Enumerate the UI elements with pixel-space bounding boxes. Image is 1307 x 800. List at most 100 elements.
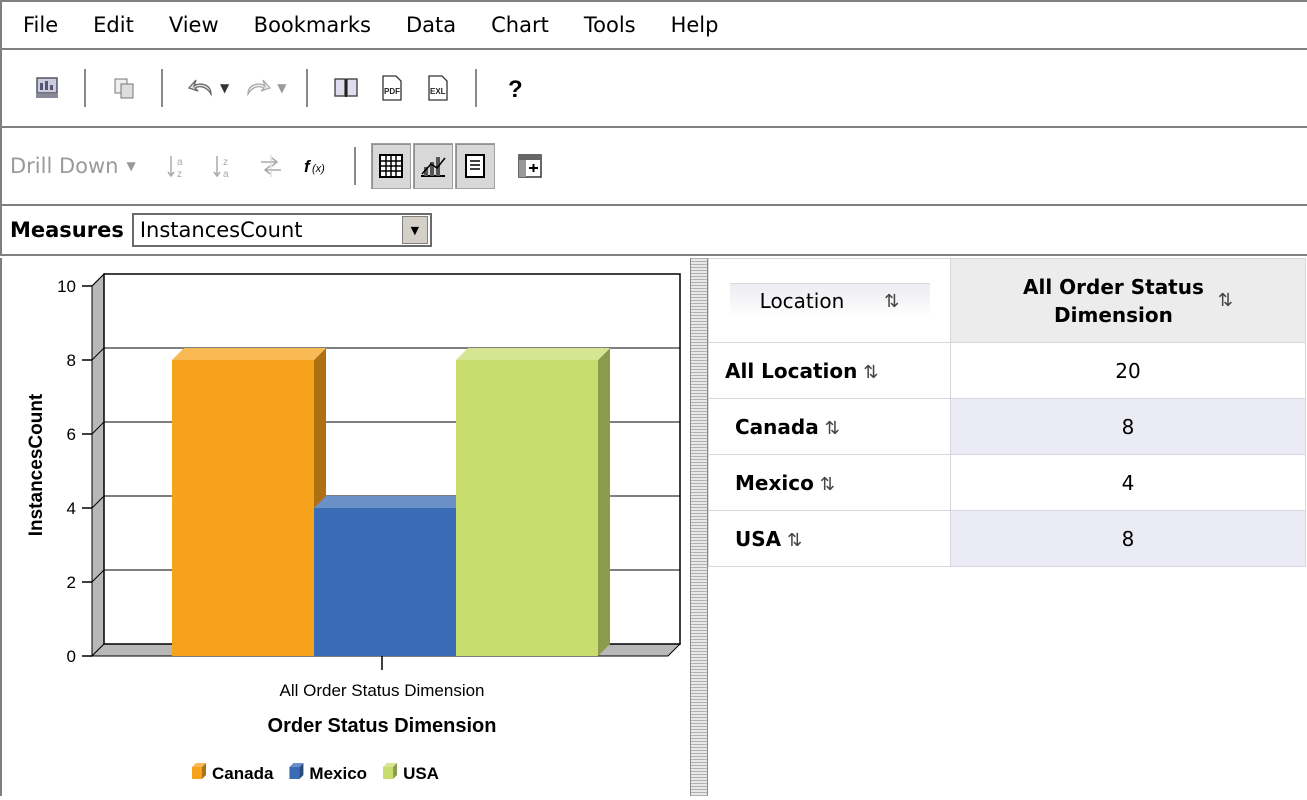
svg-text:a: a bbox=[223, 169, 229, 179]
toolbar-separator bbox=[161, 69, 164, 107]
value-cell: 8 bbox=[950, 510, 1306, 567]
y-axis-ticks: 0 2 4 6 8 10 bbox=[57, 277, 92, 666]
legend-label-usa: USA bbox=[403, 764, 439, 783]
grid-icon bbox=[378, 154, 403, 178]
panel-toggle-icon[interactable] bbox=[515, 151, 545, 181]
x-axis-title: Order Status Dimension bbox=[268, 715, 497, 737]
table-header-row: Location ⇅ All Order Status Dimension ⇅ bbox=[708, 258, 1306, 343]
svg-text:(x): (x) bbox=[312, 163, 325, 175]
bar-usa bbox=[456, 360, 598, 656]
table-row: Canada ⇅ 8 bbox=[708, 398, 1306, 455]
document-icon bbox=[464, 154, 485, 178]
details-view-button[interactable] bbox=[454, 143, 495, 189]
menu-chart[interactable]: Chart bbox=[470, 13, 549, 37]
column-header-line2: Dimension bbox=[1054, 302, 1173, 327]
bar-chart: 0 2 4 6 8 10 All Order Status Dimension Order… bbox=[26, 272, 682, 783]
y-tick-label: 6 bbox=[67, 425, 76, 444]
chevron-down-icon[interactable]: ▼ bbox=[401, 216, 428, 244]
x-tick-label: All Order Status Dimension bbox=[279, 681, 484, 700]
row-header-cell: Location ⇅ bbox=[708, 258, 951, 343]
drill-down-button[interactable]: Drill Down ▼ bbox=[10, 154, 142, 178]
svg-text:z: z bbox=[223, 157, 228, 168]
menu-tools[interactable]: Tools bbox=[563, 13, 636, 37]
toolbar-separator bbox=[84, 69, 87, 107]
y-tick-label: 2 bbox=[67, 573, 76, 592]
main-toolbar: ▼ ▼ PDF EXL ? bbox=[0, 50, 1307, 128]
menu-bookmarks[interactable]: Bookmarks bbox=[233, 13, 371, 37]
sort-icon[interactable]: ⇅ bbox=[863, 362, 878, 383]
legend-swatch-usa bbox=[383, 767, 394, 779]
measures-select[interactable]: InstancesCount ▼ bbox=[131, 213, 432, 247]
bar-mexico bbox=[314, 508, 456, 656]
svg-text:PDF: PDF bbox=[384, 87, 400, 96]
svg-text:a: a bbox=[177, 157, 183, 168]
location-header-label: Location bbox=[759, 289, 845, 313]
menu-bar: File Edit View Bookmarks Data Chart Tool… bbox=[0, 0, 1307, 50]
undo-dropdown-icon[interactable]: ▼ bbox=[220, 81, 229, 95]
row-label-mexico[interactable]: Mexico ⇅ bbox=[708, 454, 951, 511]
menu-file[interactable]: File bbox=[2, 13, 58, 37]
legend-label-canada: Canada bbox=[212, 764, 274, 783]
column-header-line1: All Order Status bbox=[1023, 274, 1204, 299]
svg-text:EXL: EXL bbox=[430, 87, 446, 96]
presentation-icon[interactable] bbox=[32, 73, 62, 103]
swap-axes-icon[interactable] bbox=[256, 151, 286, 181]
drill-down-dropdown-icon: ▼ bbox=[126, 159, 136, 173]
sort-icon[interactable]: ⇅ bbox=[825, 418, 840, 439]
open-book-icon[interactable] bbox=[331, 73, 361, 103]
chart-left-wall bbox=[91, 272, 105, 658]
bar-canada bbox=[172, 360, 314, 656]
excel-export-icon[interactable]: EXL bbox=[423, 73, 453, 103]
chart-view-button[interactable] bbox=[412, 143, 453, 189]
sort-icon[interactable]: ⇅ bbox=[787, 530, 802, 551]
sort-icon[interactable]: ⇅ bbox=[1218, 290, 1233, 311]
sort-icon[interactable]: ⇅ bbox=[820, 474, 835, 495]
row-label-all-location[interactable]: All Location ⇅ bbox=[708, 342, 951, 399]
bar-side-usa bbox=[598, 348, 610, 656]
legend-label-mexico: Mexico bbox=[309, 764, 367, 783]
copy-icon[interactable] bbox=[109, 73, 139, 103]
bar-chart-icon bbox=[420, 157, 446, 177]
legend-swatch-canada bbox=[192, 767, 202, 779]
formula-icon[interactable]: f (x) bbox=[302, 151, 332, 181]
measures-label: Measures bbox=[10, 218, 124, 242]
bar-top-canada bbox=[172, 348, 326, 360]
row-label-text: USA bbox=[735, 526, 782, 551]
y-tick-label: 0 bbox=[67, 647, 76, 666]
y-tick-label: 8 bbox=[67, 351, 76, 370]
row-label-text: All Location bbox=[725, 358, 858, 383]
chart-panel: 0 2 4 6 8 10 All Order Status Dimension Order… bbox=[0, 258, 690, 796]
menu-view[interactable]: View bbox=[148, 13, 219, 37]
svg-text:z: z bbox=[177, 169, 182, 179]
table-row: USA ⇅ 8 bbox=[708, 510, 1306, 567]
legend-swatch-mexico bbox=[289, 767, 300, 779]
row-label-canada[interactable]: Canada ⇅ bbox=[708, 398, 951, 455]
sort-ascending-icon[interactable]: az bbox=[164, 151, 194, 181]
undo-icon[interactable] bbox=[186, 73, 216, 103]
pdf-export-icon[interactable]: PDF bbox=[377, 73, 407, 103]
bar-top-mexico bbox=[314, 496, 468, 508]
value-cell: 20 bbox=[950, 342, 1306, 399]
row-label-text: Mexico bbox=[735, 470, 814, 495]
help-icon[interactable]: ? bbox=[500, 73, 530, 103]
sort-descending-icon[interactable]: za bbox=[210, 151, 240, 181]
table-view-button[interactable] bbox=[370, 143, 411, 189]
y-axis-title: InstancesCount bbox=[26, 393, 47, 536]
svg-text:?: ? bbox=[508, 76, 523, 101]
redo-dropdown-icon[interactable]: ▼ bbox=[277, 81, 286, 95]
menu-help[interactable]: Help bbox=[650, 13, 719, 37]
location-header[interactable]: Location ⇅ bbox=[729, 283, 930, 318]
chart-legend: Canada Mexico USA bbox=[192, 763, 439, 783]
svg-text:f: f bbox=[304, 157, 312, 176]
menu-edit[interactable]: Edit bbox=[72, 13, 134, 37]
analysis-toolbar: Drill Down ▼ az za f (x) bbox=[0, 128, 1307, 206]
redo-icon[interactable] bbox=[243, 73, 273, 103]
row-label-usa[interactable]: USA ⇅ bbox=[708, 510, 951, 567]
menu-data[interactable]: Data bbox=[385, 13, 456, 37]
pivot-table-panel: Location ⇅ All Order Status Dimension ⇅ … bbox=[708, 258, 1307, 796]
column-header-cell: All Order Status Dimension ⇅ bbox=[950, 258, 1306, 343]
toolbar-separator bbox=[475, 69, 479, 107]
y-tick-label: 10 bbox=[57, 277, 76, 296]
panel-splitter[interactable] bbox=[690, 258, 708, 796]
sort-icon[interactable]: ⇅ bbox=[884, 291, 899, 312]
